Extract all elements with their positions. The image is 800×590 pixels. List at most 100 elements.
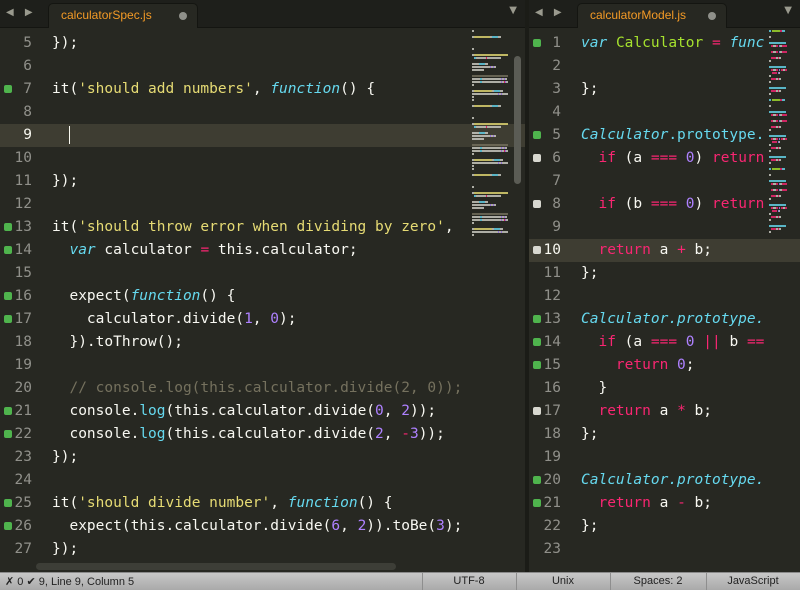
code-line[interactable]: 13 Calculator.prototype.: [529, 308, 800, 331]
code-line[interactable]: 21 return a - b;: [529, 492, 800, 515]
code-editor[interactable]: 5}); 6 7 it('should add numbers', function(…: [0, 28, 525, 572]
indentation-selector[interactable]: Spaces: 2: [610, 575, 706, 587]
minimap-mark: [785, 207, 787, 209]
line-number: 10: [14, 150, 32, 166]
code-line[interactable]: 7 it('should add numbers', function() {: [0, 78, 525, 101]
code-line[interactable]: 25 it('should divide number', function() …: [0, 492, 525, 515]
minimap[interactable]: [472, 28, 510, 236]
code-line[interactable]: 19: [0, 354, 525, 377]
left-tab-bar: ◀ ▶ calculatorSpec.js ▼: [0, 0, 525, 28]
code-line[interactable]: 22 console.log(this.calculator.divide(2,…: [0, 423, 525, 446]
code-line[interactable]: 11};: [529, 262, 800, 285]
code-line[interactable]: 17 calculator.divide(1, 0);: [0, 308, 525, 331]
code-line[interactable]: 2: [529, 55, 800, 78]
line-number: 24: [14, 472, 32, 488]
code-line[interactable]: 15: [0, 262, 525, 285]
code-text: Calculator.prototype.: [581, 469, 764, 492]
code-line[interactable]: 8: [0, 101, 525, 124]
minimap-mark: [472, 81, 480, 83]
code-line[interactable]: 4: [529, 101, 800, 124]
code-line[interactable]: 6: [0, 55, 525, 78]
right-editor-pane[interactable]: ◀ ▶ calculatorModel.js ▼ 1 var Calculator…: [529, 0, 800, 572]
minimap-mark: [505, 216, 507, 218]
minimap-mark: [769, 105, 771, 107]
code-line[interactable]: 27});: [0, 538, 525, 561]
code-line[interactable]: 20 Calculator.prototype.: [529, 469, 800, 492]
code-line[interactable]: 12: [529, 285, 800, 308]
code-line[interactable]: 18};: [529, 423, 800, 446]
minimap-mark: [782, 114, 787, 116]
minimap-mark: [776, 69, 778, 71]
code-token: 2: [401, 403, 410, 419]
tab-calculator-model[interactable]: calculatorModel.js: [577, 3, 727, 28]
code-line[interactable]: 1 var Calculator = func: [529, 32, 800, 55]
code-line[interactable]: 9: [0, 124, 525, 147]
minimap-mark: [772, 168, 780, 170]
code-editor[interactable]: 1 var Calculator = func 2 3}; 4 5 Calculator.p…: [529, 28, 800, 572]
tab-calculator-spec[interactable]: calculatorSpec.js: [48, 3, 198, 28]
left-editor-pane[interactable]: ◀ ▶ calculatorSpec.js ▼ 5}); 6 7 it('should…: [0, 0, 525, 572]
syntax-selector[interactable]: JavaScript: [706, 575, 800, 587]
tab-nav-arrows[interactable]: ◀ ▶: [535, 7, 566, 18]
code-token: });: [52, 449, 79, 465]
minimap-mark: [485, 63, 488, 65]
code-text: if (a === 0 || b ==: [581, 331, 764, 354]
minimap-mark: [487, 126, 501, 128]
code-text: var Calculator = func: [581, 32, 764, 55]
vertical-scrollbar[interactable]: [514, 56, 521, 184]
code-token: +: [677, 242, 686, 258]
code-token: console.: [52, 426, 140, 442]
code-line[interactable]: 14 if (a === 0 || b ==: [529, 331, 800, 354]
code-line[interactable]: 10: [0, 147, 525, 170]
code-token: ===: [650, 150, 678, 166]
code-line[interactable]: 26 expect(this.calculator.divide(6, 2)).…: [0, 515, 525, 538]
encoding-selector[interactable]: UTF-8: [422, 575, 516, 587]
line-number: 13: [14, 219, 32, 235]
status-position: ✗ 0 ✔ 9, Line 9, Column 5: [5, 576, 135, 588]
horizontal-scrollbar[interactable]: [36, 563, 396, 570]
code-line[interactable]: 5});: [0, 32, 525, 55]
line-number: 16: [14, 288, 32, 304]
code-line[interactable]: 19: [529, 446, 800, 469]
tab-dropdown-icon[interactable]: ▼: [509, 5, 517, 16]
code-line[interactable]: 13 it('should throw error when dividing b…: [0, 216, 525, 239]
code-line[interactable]: 10 return a + b;: [529, 239, 800, 262]
code-line[interactable]: 16 }: [529, 377, 800, 400]
code-line[interactable]: 23});: [0, 446, 525, 469]
minimap-mark: [782, 189, 787, 191]
code-line[interactable]: 22};: [529, 515, 800, 538]
code-line[interactable]: 20 // console.log(this.calculator.divide…: [0, 377, 525, 400]
code-line[interactable]: 23: [529, 538, 800, 561]
code-token: ): [694, 150, 712, 166]
tab-dropdown-icon[interactable]: ▼: [784, 5, 792, 16]
code-line[interactable]: 17 return a * b;: [529, 400, 800, 423]
minimap[interactable]: [769, 28, 800, 233]
code-line[interactable]: 14 var calculator = this.calculator;: [0, 239, 525, 262]
code-line[interactable]: 6 if (a === 0) return: [529, 147, 800, 170]
code-line[interactable]: 11});: [0, 170, 525, 193]
tab-close-icon[interactable]: [179, 12, 187, 20]
code-text: return a * b;: [581, 400, 712, 423]
code-token: 0: [677, 357, 686, 373]
code-line[interactable]: 12: [0, 193, 525, 216]
tab-close-icon[interactable]: [708, 12, 716, 20]
code-line[interactable]: 21 console.log(this.calculator.divide(0,…: [0, 400, 525, 423]
minimap-mark: [502, 93, 508, 95]
code-line[interactable]: 3};: [529, 78, 800, 101]
tab-nav-arrows[interactable]: ◀ ▶: [6, 7, 37, 18]
code-token: b;: [685, 495, 712, 511]
code-line[interactable]: 16 expect(function() {: [0, 285, 525, 308]
code-line[interactable]: 7: [529, 170, 800, 193]
code-line[interactable]: 18 }).toThrow();: [0, 331, 525, 354]
line-endings-selector[interactable]: Unix: [516, 575, 610, 587]
code-line[interactable]: 8 if (b === 0) return: [529, 193, 800, 216]
code-line[interactable]: 5 Calculator.prototype.: [529, 124, 800, 147]
code-line[interactable]: 9: [529, 216, 800, 239]
code-line[interactable]: 15 return 0;: [529, 354, 800, 377]
code-text: return a + b;: [581, 239, 712, 262]
minimap-mark: [769, 180, 777, 182]
code-line[interactable]: 24: [0, 469, 525, 492]
